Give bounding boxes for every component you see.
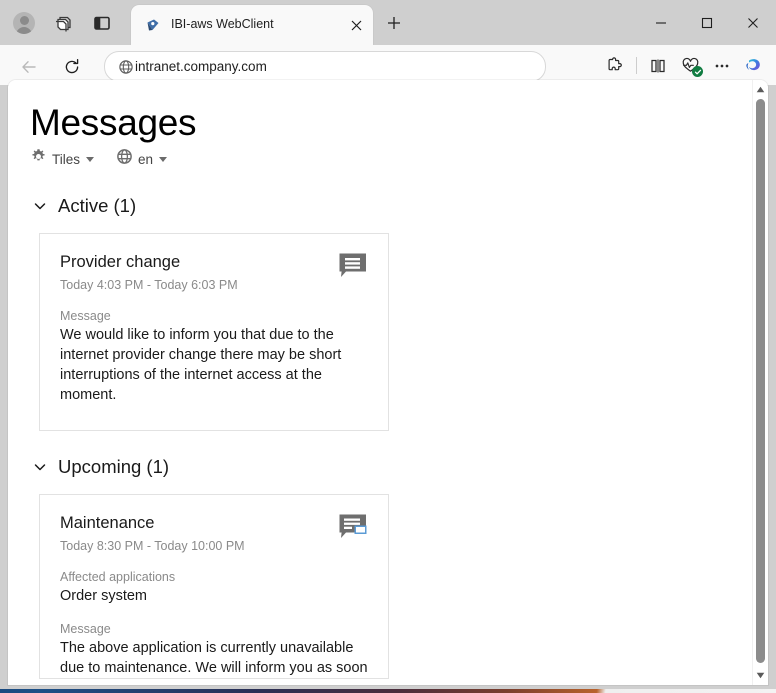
back-button[interactable] (15, 53, 43, 81)
section-active-title: Active (1) (58, 195, 136, 217)
browser-essentials-icon[interactable] (675, 51, 705, 80)
browser-actions (599, 51, 770, 80)
card-field-label: Message (60, 621, 368, 637)
split-screen-icon[interactable] (643, 51, 673, 80)
gear-icon (30, 148, 47, 170)
tab-close-icon[interactable] (347, 16, 365, 34)
minimize-button[interactable] (638, 0, 684, 45)
new-tab-button[interactable] (383, 12, 405, 34)
settings-more-icon[interactable] (707, 51, 737, 80)
message-card[interactable]: Maintenance Today 8:30 PM - Today 10:00 … (39, 494, 389, 679)
window-controls (638, 0, 776, 45)
tab-strip: IBI-aws WebClient (0, 0, 776, 45)
card-field: Message We would like to inform you that… (60, 308, 368, 405)
address-bar[interactable] (104, 51, 546, 82)
card-field: Message The above application is current… (60, 621, 368, 679)
tiles-dropdown[interactable]: Tiles (30, 148, 94, 170)
toolbar-separator (636, 57, 637, 74)
chevron-down-icon (159, 157, 167, 162)
section-upcoming: Upcoming (1) Maintenance (8, 455, 753, 679)
card-field-label: Affected applications (60, 569, 368, 585)
maximize-button[interactable] (684, 0, 730, 45)
reload-button[interactable] (58, 53, 86, 81)
back-arrow-icon (20, 58, 38, 76)
card-field-value-visible: The above application is currently unava… (60, 640, 368, 679)
page-toolbar: Tiles en (30, 148, 753, 170)
tiles-label: Tiles (52, 152, 80, 167)
message-bubble-icon (338, 252, 368, 280)
workspaces-glyph (53, 13, 73, 33)
webclient-favicon (145, 17, 161, 33)
browser-window: IBI-aws WebClient (0, 0, 776, 689)
scrollbar-thumb[interactable] (756, 99, 765, 663)
scroll-down-arrow-icon[interactable] (753, 668, 768, 683)
messages-page: Messages Tiles (8, 80, 753, 685)
navigation-bar (0, 45, 776, 85)
vertical-scrollbar[interactable] (752, 80, 768, 685)
card-field-value: The above application is currently unava… (60, 638, 368, 679)
card-field-value: Order system (60, 586, 368, 606)
globe-icon (116, 148, 133, 170)
card-field-value: We would like to inform you that due to … (60, 325, 368, 405)
close-button[interactable] (730, 0, 776, 45)
chevron-down-icon (32, 459, 48, 475)
section-upcoming-header[interactable]: Upcoming (1) (32, 455, 753, 479)
profile-avatar[interactable] (11, 10, 37, 36)
tab-organizer-icon[interactable] (89, 10, 115, 36)
language-label: en (138, 152, 153, 167)
tab-organizer-glyph (92, 13, 112, 33)
avatar-icon (13, 12, 35, 34)
reload-icon (63, 58, 81, 76)
copilot-icon[interactable] (739, 51, 769, 80)
card-time-range: Today 8:30 PM - Today 10:00 PM (60, 538, 368, 554)
scroll-up-arrow-icon[interactable] (753, 82, 768, 97)
status-check-badge (692, 66, 703, 77)
section-active: Active (1) Provider change Today 4:03 PM… (8, 194, 753, 431)
chevron-down-icon (32, 198, 48, 214)
tab-title: IBI-aws WebClient (171, 16, 341, 33)
section-active-header[interactable]: Active (1) (32, 194, 753, 218)
extensions-icon[interactable] (600, 51, 630, 80)
browser-tab[interactable]: IBI-aws WebClient (131, 5, 373, 45)
page-title: Messages (30, 101, 753, 144)
address-input[interactable] (135, 59, 515, 74)
card-title: Provider change (60, 252, 368, 272)
card-time-range: Today 4:03 PM - Today 6:03 PM (60, 277, 368, 293)
card-title: Maintenance (60, 513, 368, 533)
message-bubble-scheduled-icon (338, 513, 368, 541)
chevron-down-icon (86, 157, 94, 162)
language-dropdown[interactable]: en (116, 148, 167, 170)
web-content-area: Messages Tiles (8, 80, 768, 685)
section-upcoming-title: Upcoming (1) (58, 456, 169, 478)
message-card[interactable]: Provider change Today 4:03 PM - Today 6:… (39, 233, 389, 431)
card-field-label: Message (60, 308, 368, 324)
globe-icon (117, 58, 135, 76)
workspaces-icon[interactable] (50, 10, 76, 36)
plus-icon (386, 15, 402, 31)
card-field: Affected applications Order system (60, 569, 368, 606)
